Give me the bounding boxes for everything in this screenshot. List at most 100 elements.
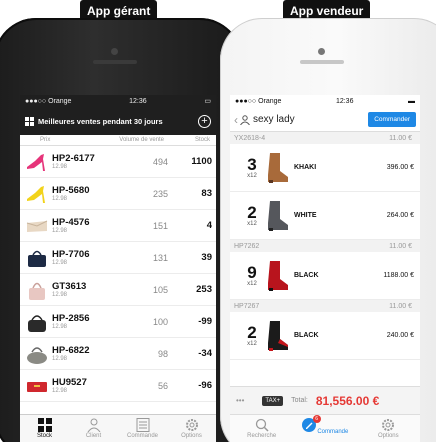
product-code: HP-2856 [52, 313, 90, 324]
sales-volume: 98 [157, 348, 168, 359]
sales-volume: 131 [152, 252, 168, 263]
beige-clutch-icon [22, 213, 52, 239]
camera-icon [318, 48, 325, 55]
product-group-header: YX2618-4 11.00 € [230, 132, 420, 144]
quantity: 2 [247, 323, 257, 342]
tab-label: Stock [36, 433, 52, 439]
tab-label: Commande [126, 433, 158, 439]
list-item[interactable]: HP-7706 12.98 131 39 [20, 242, 216, 274]
stock-count: 4 [206, 220, 212, 231]
order-line[interactable]: 9 x12 BLACK 1188.00 € [230, 252, 420, 300]
app-showcase: App gérant App vendeur ●●●○○ Orange 12:3… [0, 0, 436, 442]
stock-count: 253 [196, 284, 212, 295]
line-amount: 240.00 € [386, 332, 414, 339]
sales-volume: 105 [152, 284, 168, 295]
sales-volume: 56 [157, 380, 168, 391]
tab-search[interactable]: Recherche [230, 415, 293, 442]
product-price: 12.98 [52, 260, 68, 266]
stock-count: -34 [198, 348, 212, 359]
bestseller-list: HP2-6177 12.98 494 1100 HP-5680 12.98 235 … [20, 146, 216, 402]
pack-multiplier: x12 [247, 173, 257, 179]
clock-label: 12:36 [129, 98, 147, 105]
tab-label: Options [377, 433, 399, 439]
product-price: 12.98 [52, 164, 68, 170]
product-code: GT3613 [52, 281, 87, 292]
red-boot-icon [262, 256, 292, 296]
pack-multiplier: x12 [247, 341, 257, 347]
tab-label: Commande [317, 429, 349, 435]
list-item[interactable]: HP-2856 12.98 100 -99 [20, 306, 216, 338]
product-code: HU9527 [52, 377, 87, 388]
product-code: HP-6822 [52, 345, 90, 356]
customer-icon [240, 114, 250, 125]
grid-menu-icon[interactable] [25, 117, 34, 126]
tax-toggle[interactable]: TAX+ [262, 395, 284, 406]
list-item[interactable]: HP-6822 12.98 98 -34 [20, 338, 216, 370]
product-group-header: HP7262 11.00 € [230, 240, 420, 252]
order-line[interactable]: 3 x12 KHAKI 396.00 € [230, 144, 420, 192]
tab-client[interactable]: Client [69, 415, 118, 442]
stock-count: -96 [198, 380, 212, 391]
product-code: HP-7706 [52, 249, 90, 260]
stock-count: 83 [201, 188, 212, 199]
tab-order[interactable]: 6 Commande [293, 415, 356, 442]
add-icon[interactable]: + [198, 115, 211, 128]
total-bar: ••• TAX+ Total: 81,556.00 € [230, 386, 420, 414]
black-bag-icon [22, 309, 52, 335]
nav-bar: ‹ sexy lady Commander [230, 108, 420, 132]
carrier-label: ●●●○○ Orange [25, 98, 72, 105]
order-list-icon [136, 418, 149, 432]
list-item[interactable]: HU9527 12.98 56 -96 [20, 370, 216, 402]
unit-price: 11.00 € [389, 134, 412, 142]
customer-name[interactable]: sexy lady [253, 114, 368, 125]
product-code: HP-5680 [52, 185, 90, 196]
order-line[interactable]: 2 x12 WHITE 264.00 € [230, 192, 420, 240]
color-label: BLACK [294, 272, 319, 279]
list-item[interactable]: HP2-6177 12.98 494 1100 [20, 146, 216, 178]
unit-price: 11.00 € [389, 242, 412, 250]
battery-icon: ▬ [407, 98, 415, 105]
tab-order[interactable]: Commande [118, 415, 167, 442]
tab-options[interactable]: Options [357, 415, 420, 442]
sales-volume: 494 [152, 156, 168, 167]
sales-volume: 235 [152, 188, 168, 199]
status-bar: ●●●○○ Orange 12:36 ▬ [230, 95, 420, 108]
camera-icon [111, 48, 118, 55]
total-value: 81,556.00 € [315, 393, 380, 408]
list-item[interactable]: HP-5680 12.98 235 83 [20, 178, 216, 210]
pink-bag-icon [22, 277, 52, 303]
red-clutch-icon [22, 373, 52, 399]
line-amount: 396.00 € [386, 164, 414, 171]
sales-volume: 151 [152, 220, 168, 231]
product-price: 12.98 [52, 292, 68, 298]
tab-bar: Recherche 6 Commande Options [230, 414, 420, 442]
product-price: 12.98 [52, 228, 68, 234]
black-red-boot-icon [262, 316, 292, 356]
seller-screen: ●●●○○ Orange 12:36 ▬ ‹ sexy lady Command… [230, 95, 420, 442]
tab-stock[interactable]: Stock [20, 415, 69, 442]
order-button[interactable]: Commander [368, 112, 416, 127]
battery-icon: ▭ [204, 98, 211, 105]
tab-label: Options [181, 433, 202, 439]
search-icon [255, 418, 269, 432]
column-header: Prix Volume de vente Stock [20, 135, 216, 146]
gear-icon [185, 419, 198, 431]
list-item[interactable]: GT3613 12.98 105 253 [20, 274, 216, 306]
product-price: 12.98 [52, 388, 68, 394]
back-chevron-icon[interactable]: ‹ [234, 113, 238, 127]
quantity: 3 [247, 155, 257, 174]
khaki-boot-icon [262, 148, 292, 188]
user-icon [87, 418, 100, 432]
order-line[interactable]: 2 x12 BLACK 240.00 € [230, 312, 420, 360]
color-label: WHITE [294, 212, 317, 219]
clock-label: 12:36 [335, 98, 354, 105]
unit-price: 11.00 € [389, 302, 412, 310]
product-price: 12.98 [52, 324, 68, 330]
tab-options[interactable]: Options [167, 415, 216, 442]
speaker-grille [93, 60, 137, 64]
more-dots-icon[interactable]: ••• [236, 396, 244, 405]
page-title: Meilleures ventes pendant 30 jours [38, 117, 163, 126]
list-item[interactable]: HP-4576 12.98 151 4 [20, 210, 216, 242]
stock-column-header: Stock [194, 137, 210, 143]
carrier-label: ●●●○○ Orange [235, 98, 282, 105]
